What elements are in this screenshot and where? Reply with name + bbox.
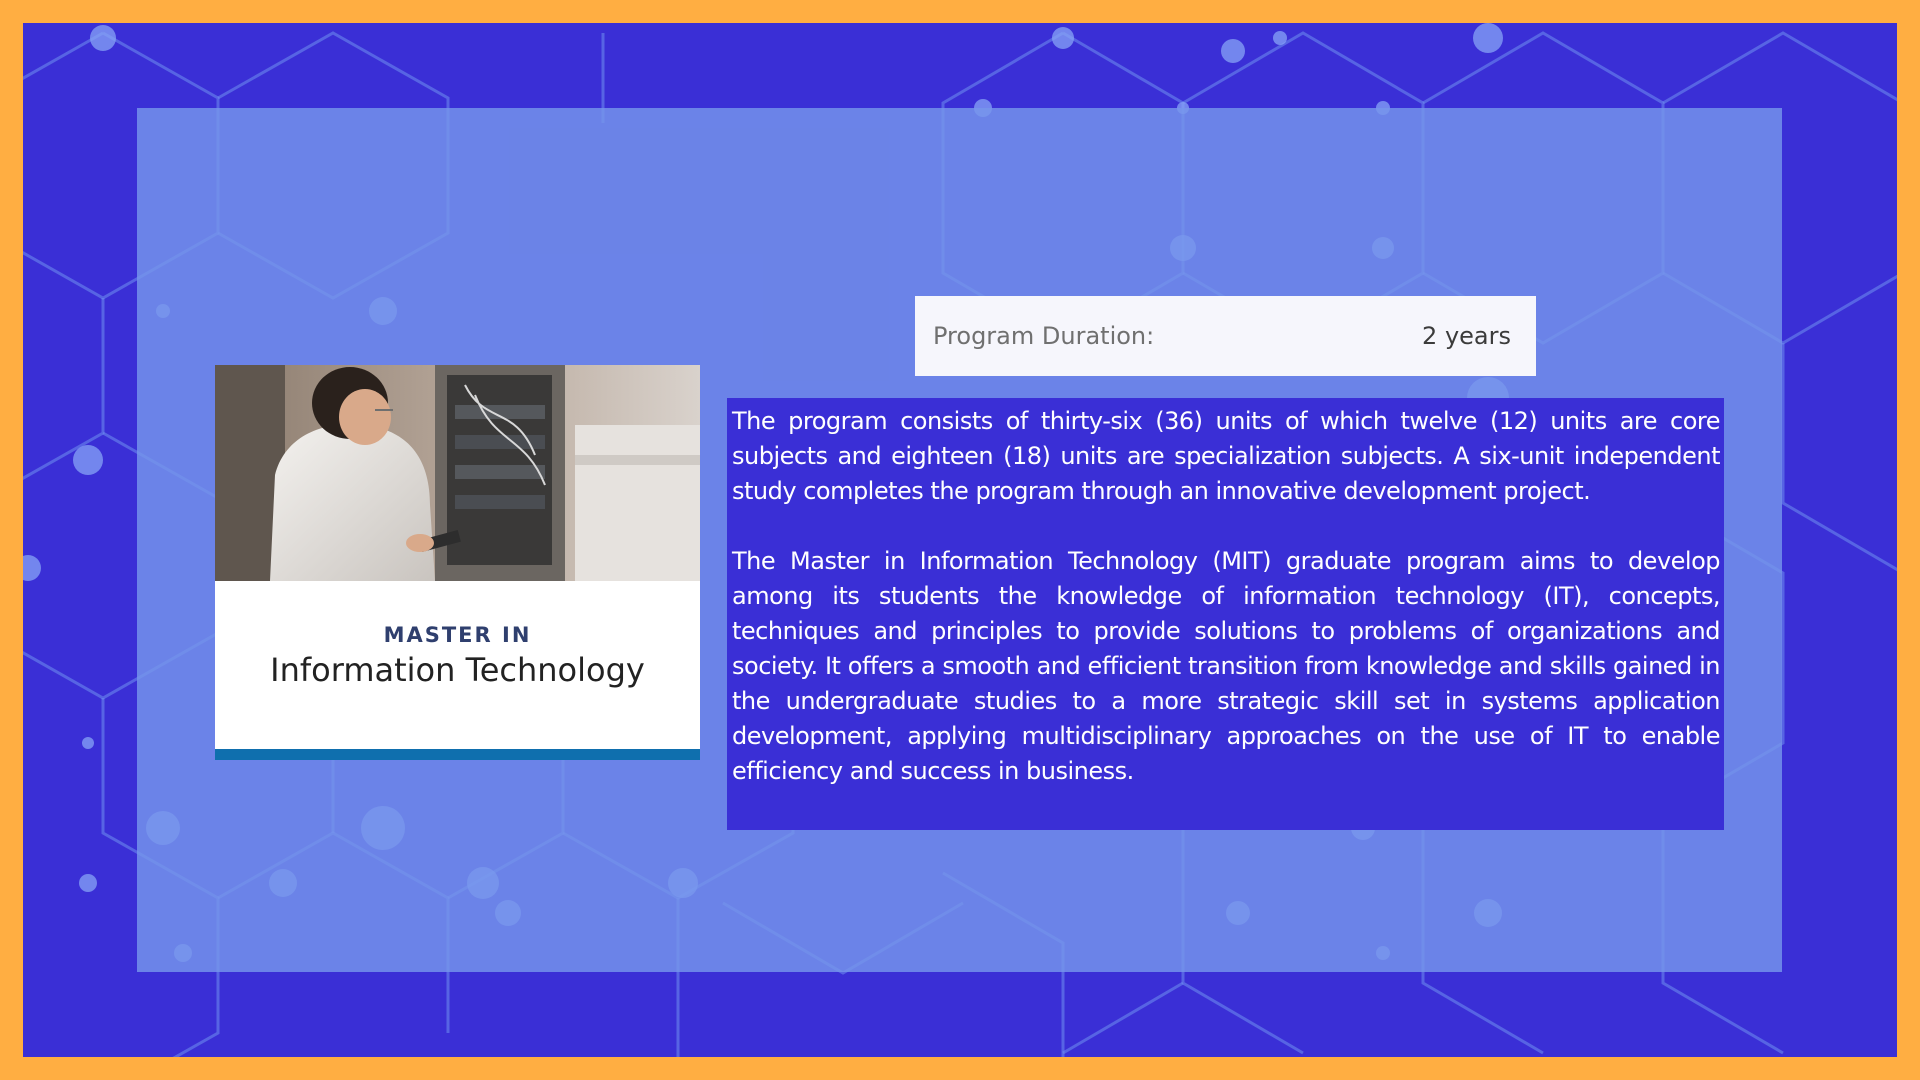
card-title: Information Technology	[270, 651, 645, 689]
description-paragraph: The program consists of thirty-six (36) …	[732, 407, 1721, 505]
duration-label: Program Duration:	[933, 322, 1155, 350]
program-duration-box: Program Duration: 2 years	[915, 296, 1536, 376]
technician-server-rack-photo	[215, 365, 700, 581]
program-description: The program consists of thirty-six (36) …	[727, 398, 1724, 830]
card-subtitle: MASTER IN	[383, 623, 532, 647]
duration-value: 2 years	[1422, 322, 1511, 350]
card-accent-bar	[215, 749, 700, 760]
description-paragraph: The Master in Information Technology (MI…	[732, 547, 1721, 785]
program-card: MASTER IN Information Technology	[215, 365, 700, 760]
slide-frame: MASTER IN Information Technology Program…	[23, 23, 1897, 1057]
